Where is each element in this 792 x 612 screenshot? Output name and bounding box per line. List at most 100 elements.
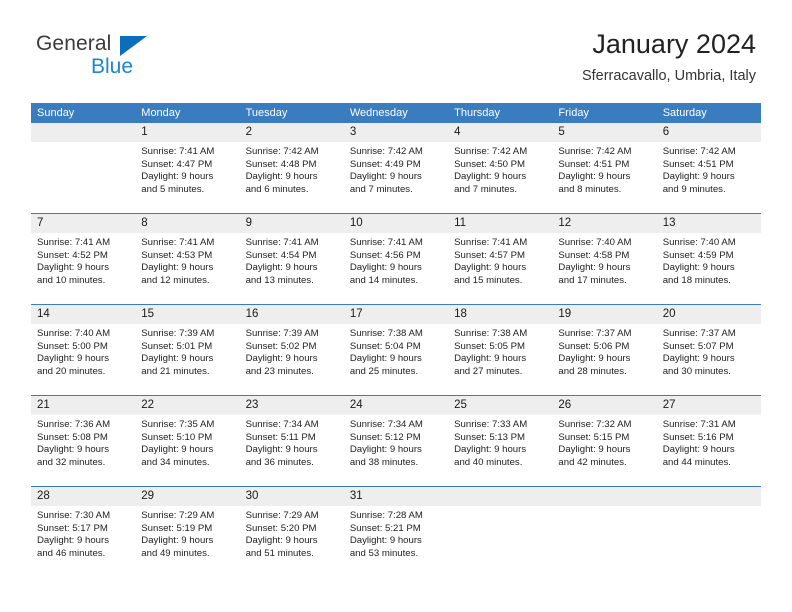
day-number[interactable]: 4: [448, 123, 552, 142]
day-cell[interactable]: Sunrise: 7:37 AM Sunset: 5:07 PM Daylight:…: [657, 324, 761, 395]
title-block: January 2024 Sferracavallo, Umbria, Ital…: [582, 28, 756, 86]
sunrise-text: Sunrise: 7:41 AM: [141, 237, 215, 248]
day-cell[interactable]: Sunrise: 7:34 AM Sunset: 5:11 PM Daylight:…: [240, 415, 344, 486]
day-cell[interactable]: Sunrise: 7:41 AM Sunset: 4:52 PM Daylight:…: [31, 233, 135, 304]
day-number[interactable]: 1: [135, 123, 239, 142]
day-cell[interactable]: Sunrise: 7:42 AM Sunset: 4:51 PM Daylight:…: [552, 142, 656, 213]
sunset-text: Sunset: 5:06 PM: [558, 340, 630, 352]
day-number[interactable]: 6: [657, 123, 761, 142]
daylight-line1-text: Daylight: 9 hours: [454, 353, 527, 365]
day-cell[interactable]: Sunrise: 7:42 AM Sunset: 4:50 PM Daylight:…: [448, 142, 552, 213]
day-cell[interactable]: Sunrise: 7:40 AM Sunset: 4:58 PM Daylight:…: [552, 233, 656, 304]
day-number[interactable]: 18: [448, 305, 552, 324]
sunset-text: Sunset: 4:54 PM: [245, 249, 317, 261]
day-number[interactable]: 20: [657, 305, 761, 324]
day-number[interactable]: 10: [344, 214, 448, 233]
daylight-line2-text: and 7 minutes.: [454, 183, 518, 195]
day-number[interactable]: 24: [344, 396, 448, 415]
daylight-line2-text: and 14 minutes.: [349, 274, 419, 286]
day-cell[interactable]: Sunrise: 7:35 AM Sunset: 5:10 PM Daylight:…: [135, 415, 239, 486]
sunset-text: Sunset: 5:12 PM: [349, 431, 421, 443]
day-number[interactable]: 17: [344, 305, 448, 324]
page-title: January 2024: [592, 29, 756, 59]
logo-text-general: General: [36, 32, 112, 55]
day-number[interactable]: 13: [657, 214, 761, 233]
day-cell[interactable]: Sunrise: 7:41 AM Sunset: 4:54 PM Daylight:…: [240, 233, 344, 304]
day-cell[interactable]: Sunrise: 7:41 AM Sunset: 4:47 PM Daylight:…: [135, 142, 239, 213]
day-number[interactable]: 7: [31, 214, 135, 233]
sunset-text: Sunset: 4:51 PM: [662, 158, 734, 170]
day-number[interactable]: 15: [135, 305, 239, 324]
day-number[interactable]: 19: [552, 305, 656, 324]
day-cell[interactable]: Sunrise: 7:40 AM Sunset: 5:00 PM Daylight:…: [31, 324, 135, 395]
daylight-line2-text: and 5 minutes.: [141, 183, 205, 195]
day-header-thursday: Thursday: [454, 107, 500, 119]
day-number[interactable]: 3: [344, 123, 448, 142]
daylight-line2-text: and 36 minutes.: [245, 456, 314, 468]
day-number[interactable]: 9: [240, 214, 344, 233]
day-number[interactable]: 26: [552, 396, 656, 415]
day-number[interactable]: 8: [135, 214, 239, 233]
daylight-line1-text: Daylight: 9 hours: [349, 535, 422, 547]
day-cell[interactable]: Sunrise: 7:42 AM Sunset: 4:51 PM Daylight:…: [657, 142, 761, 213]
day-cell[interactable]: Sunrise: 7:38 AM Sunset: 5:05 PM Daylight:…: [448, 324, 552, 395]
day-cell[interactable]: Sunrise: 7:34 AM Sunset: 5:12 PM Daylight:…: [344, 415, 448, 486]
daylight-line1-text: Daylight: 9 hours: [349, 353, 422, 365]
day-number[interactable]: 11: [448, 214, 552, 233]
sunrise-text: Sunrise: 7:34 AM: [245, 419, 319, 430]
daylight-line2-text: and 6 minutes.: [245, 183, 309, 195]
sunset-text: Sunset: 4:48 PM: [245, 158, 317, 170]
daylight-line2-text: and 17 minutes.: [558, 274, 627, 286]
daylight-line1-text: Daylight: 9 hours: [558, 262, 631, 274]
day-number[interactable]: 2: [240, 123, 344, 142]
day-number[interactable]: 21: [31, 396, 135, 415]
day-cell[interactable]: Sunrise: 7:42 AM Sunset: 4:48 PM Daylight:…: [240, 142, 344, 213]
day-cell[interactable]: Sunrise: 7:37 AM Sunset: 5:06 PM Daylight:…: [552, 324, 656, 395]
day-cell[interactable]: Sunrise: 7:42 AM Sunset: 4:49 PM Daylight:…: [344, 142, 448, 213]
day-cell[interactable]: Sunrise: 7:39 AM Sunset: 5:02 PM Daylight:…: [240, 324, 344, 395]
day-number[interactable]: 30: [240, 487, 344, 506]
day-number[interactable]: 28: [31, 487, 135, 506]
daylight-line2-text: and 40 minutes.: [454, 456, 523, 468]
day-number[interactable]: 25: [448, 396, 552, 415]
sunrise-text: Sunrise: 7:42 AM: [662, 146, 736, 157]
day-cell[interactable]: Sunrise: 7:36 AM Sunset: 5:08 PM Daylight:…: [31, 415, 135, 486]
daylight-line1-text: Daylight: 9 hours: [37, 444, 109, 456]
day-cell[interactable]: Sunrise: 7:32 AM Sunset: 5:15 PM Daylight:…: [552, 415, 656, 486]
daylight-line2-text: and 53 minutes.: [349, 547, 419, 559]
sunrise-text: Sunrise: 7:41 AM: [245, 237, 319, 248]
day-number[interactable]: 14: [31, 305, 135, 324]
daylight-line1-text: Daylight: 9 hours: [141, 535, 214, 547]
day-cell[interactable]: Sunrise: 7:29 AM Sunset: 5:20 PM Daylight:…: [240, 506, 344, 577]
sunrise-text: Sunrise: 7:37 AM: [662, 328, 736, 339]
day-number[interactable]: 22: [135, 396, 239, 415]
daylight-line2-text: and 7 minutes.: [349, 183, 413, 195]
daylight-line2-text: and 28 minutes.: [558, 365, 627, 377]
day-cell[interactable]: Sunrise: 7:40 AM Sunset: 4:59 PM Daylight:…: [657, 233, 761, 304]
date-number-row: 123456: [31, 123, 761, 142]
sunset-text: Sunset: 4:47 PM: [141, 158, 213, 170]
day-number[interactable]: 29: [135, 487, 239, 506]
day-cell[interactable]: Sunrise: 7:39 AM Sunset: 5:01 PM Daylight:…: [135, 324, 239, 395]
generalblue-logo[interactable]: General Blue: [36, 32, 236, 90]
day-cell[interactable]: Sunrise: 7:28 AM Sunset: 5:21 PM Daylight:…: [344, 506, 448, 577]
day-cell[interactable]: Sunrise: 7:41 AM Sunset: 4:56 PM Daylight:…: [344, 233, 448, 304]
day-detail-row: Sunrise: 7:41 AM Sunset: 4:47 PM Daylight:…: [31, 142, 761, 213]
day-number[interactable]: 12: [552, 214, 656, 233]
day-number[interactable]: 31: [344, 487, 448, 506]
day-detail-row: Sunrise: 7:36 AM Sunset: 5:08 PM Daylight:…: [31, 415, 761, 486]
day-cell[interactable]: Sunrise: 7:31 AM Sunset: 5:16 PM Daylight:…: [657, 415, 761, 486]
day-cell[interactable]: Sunrise: 7:38 AM Sunset: 5:04 PM Daylight:…: [344, 324, 448, 395]
daylight-line2-text: and 44 minutes.: [662, 456, 731, 468]
day-number[interactable]: 27: [657, 396, 761, 415]
day-cell[interactable]: Sunrise: 7:41 AM Sunset: 4:57 PM Daylight:…: [448, 233, 552, 304]
day-cell[interactable]: Sunrise: 7:30 AM Sunset: 5:17 PM Daylight:…: [31, 506, 135, 577]
day-cell[interactable]: Sunrise: 7:29 AM Sunset: 5:19 PM Daylight:…: [135, 506, 239, 577]
day-cell[interactable]: Sunrise: 7:33 AM Sunset: 5:13 PM Daylight:…: [448, 415, 552, 486]
day-cell[interactable]: Sunrise: 7:41 AM Sunset: 4:53 PM Daylight:…: [135, 233, 239, 304]
day-number[interactable]: 23: [240, 396, 344, 415]
sunrise-text: Sunrise: 7:33 AM: [454, 419, 528, 430]
day-number[interactable]: 16: [240, 305, 344, 324]
date-number-row: 21 22 23 24 25 26 27: [31, 396, 761, 415]
day-number[interactable]: 5: [552, 123, 656, 142]
